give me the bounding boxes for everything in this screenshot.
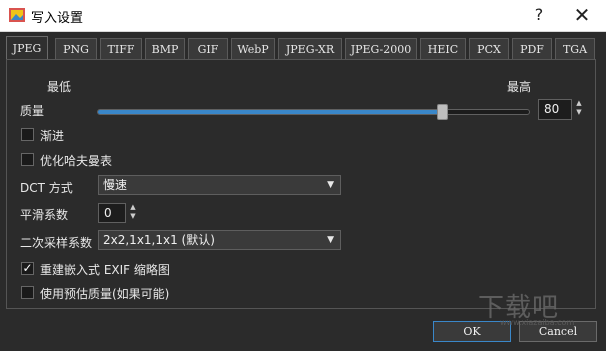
smoothing-label: 平滑系数 (20, 208, 69, 222)
subsampling-value: 2x2,1x1,1x1 (默认) (103, 233, 215, 247)
quality-spin-arrows[interactable]: ▲ ▼ (572, 99, 586, 117)
smoothing-spinbox[interactable]: 0 (98, 203, 126, 223)
app-icon (9, 8, 25, 22)
tab-pdf[interactable]: PDF (512, 38, 552, 59)
tab-gif[interactable]: GIF (188, 38, 228, 59)
rebuild-exif-label: 重建嵌入式 EXIF 缩略图 (40, 263, 170, 277)
quality-slider-fill (98, 110, 443, 114)
tab-jpeg-xr[interactable]: JPEG-XR (278, 38, 342, 59)
chevron-down-icon: ▼ (327, 180, 334, 190)
tab-jpeg-2000[interactable]: JPEG-2000 (345, 38, 417, 59)
quality-spinbox[interactable]: 80 (538, 99, 572, 120)
tab-jpeg[interactable]: JPEG (6, 36, 48, 60)
chevron-down-icon: ▼ (327, 235, 334, 245)
optimize-huffman-label: 优化哈夫曼表 (40, 154, 113, 168)
tab-heic[interactable]: HEIC (420, 38, 466, 59)
estimate-quality-label: 使用预估质量(如果可能) (40, 287, 170, 301)
rebuild-exif-checkbox[interactable]: ✓ (21, 262, 34, 275)
tab-bmp[interactable]: BMP (145, 38, 185, 59)
window-title: 写入设置 (31, 11, 84, 26)
quality-slider-track[interactable] (97, 109, 530, 115)
progressive-checkbox[interactable] (21, 128, 34, 141)
close-button[interactable]: ✕ (571, 4, 593, 26)
subsampling-label: 二次采样系数 (20, 236, 93, 250)
help-button[interactable]: ? (528, 4, 550, 26)
progressive-label: 渐进 (40, 129, 65, 143)
tab-png[interactable]: PNG (55, 38, 97, 59)
dct-label: DCT 方式 (20, 181, 73, 195)
optimize-huffman-checkbox[interactable] (21, 153, 34, 166)
smoothing-spin-arrows[interactable]: ▲ ▼ (126, 203, 140, 221)
title-bar: 写入设置 ? ✕ (0, 0, 606, 32)
tab-tiff[interactable]: TIFF (100, 38, 142, 59)
tab-webp[interactable]: WebP (231, 38, 275, 59)
quality-max-label: 最高 (507, 80, 532, 94)
quality-label: 质量 (20, 104, 45, 118)
tab-pcx[interactable]: PCX (469, 38, 509, 59)
tab-tga[interactable]: TGA (555, 38, 595, 59)
quality-slider-handle[interactable] (437, 104, 448, 120)
dct-method-value: 慢速 (103, 178, 128, 192)
subsampling-select[interactable]: 2x2,1x1,1x1 (默认) ▼ (98, 230, 341, 250)
watermark-url: www.xiazaiba.com (500, 318, 575, 327)
dct-method-select[interactable]: 慢速 ▼ (98, 175, 341, 195)
quality-min-label: 最低 (47, 80, 72, 94)
estimate-quality-checkbox[interactable] (21, 286, 34, 299)
